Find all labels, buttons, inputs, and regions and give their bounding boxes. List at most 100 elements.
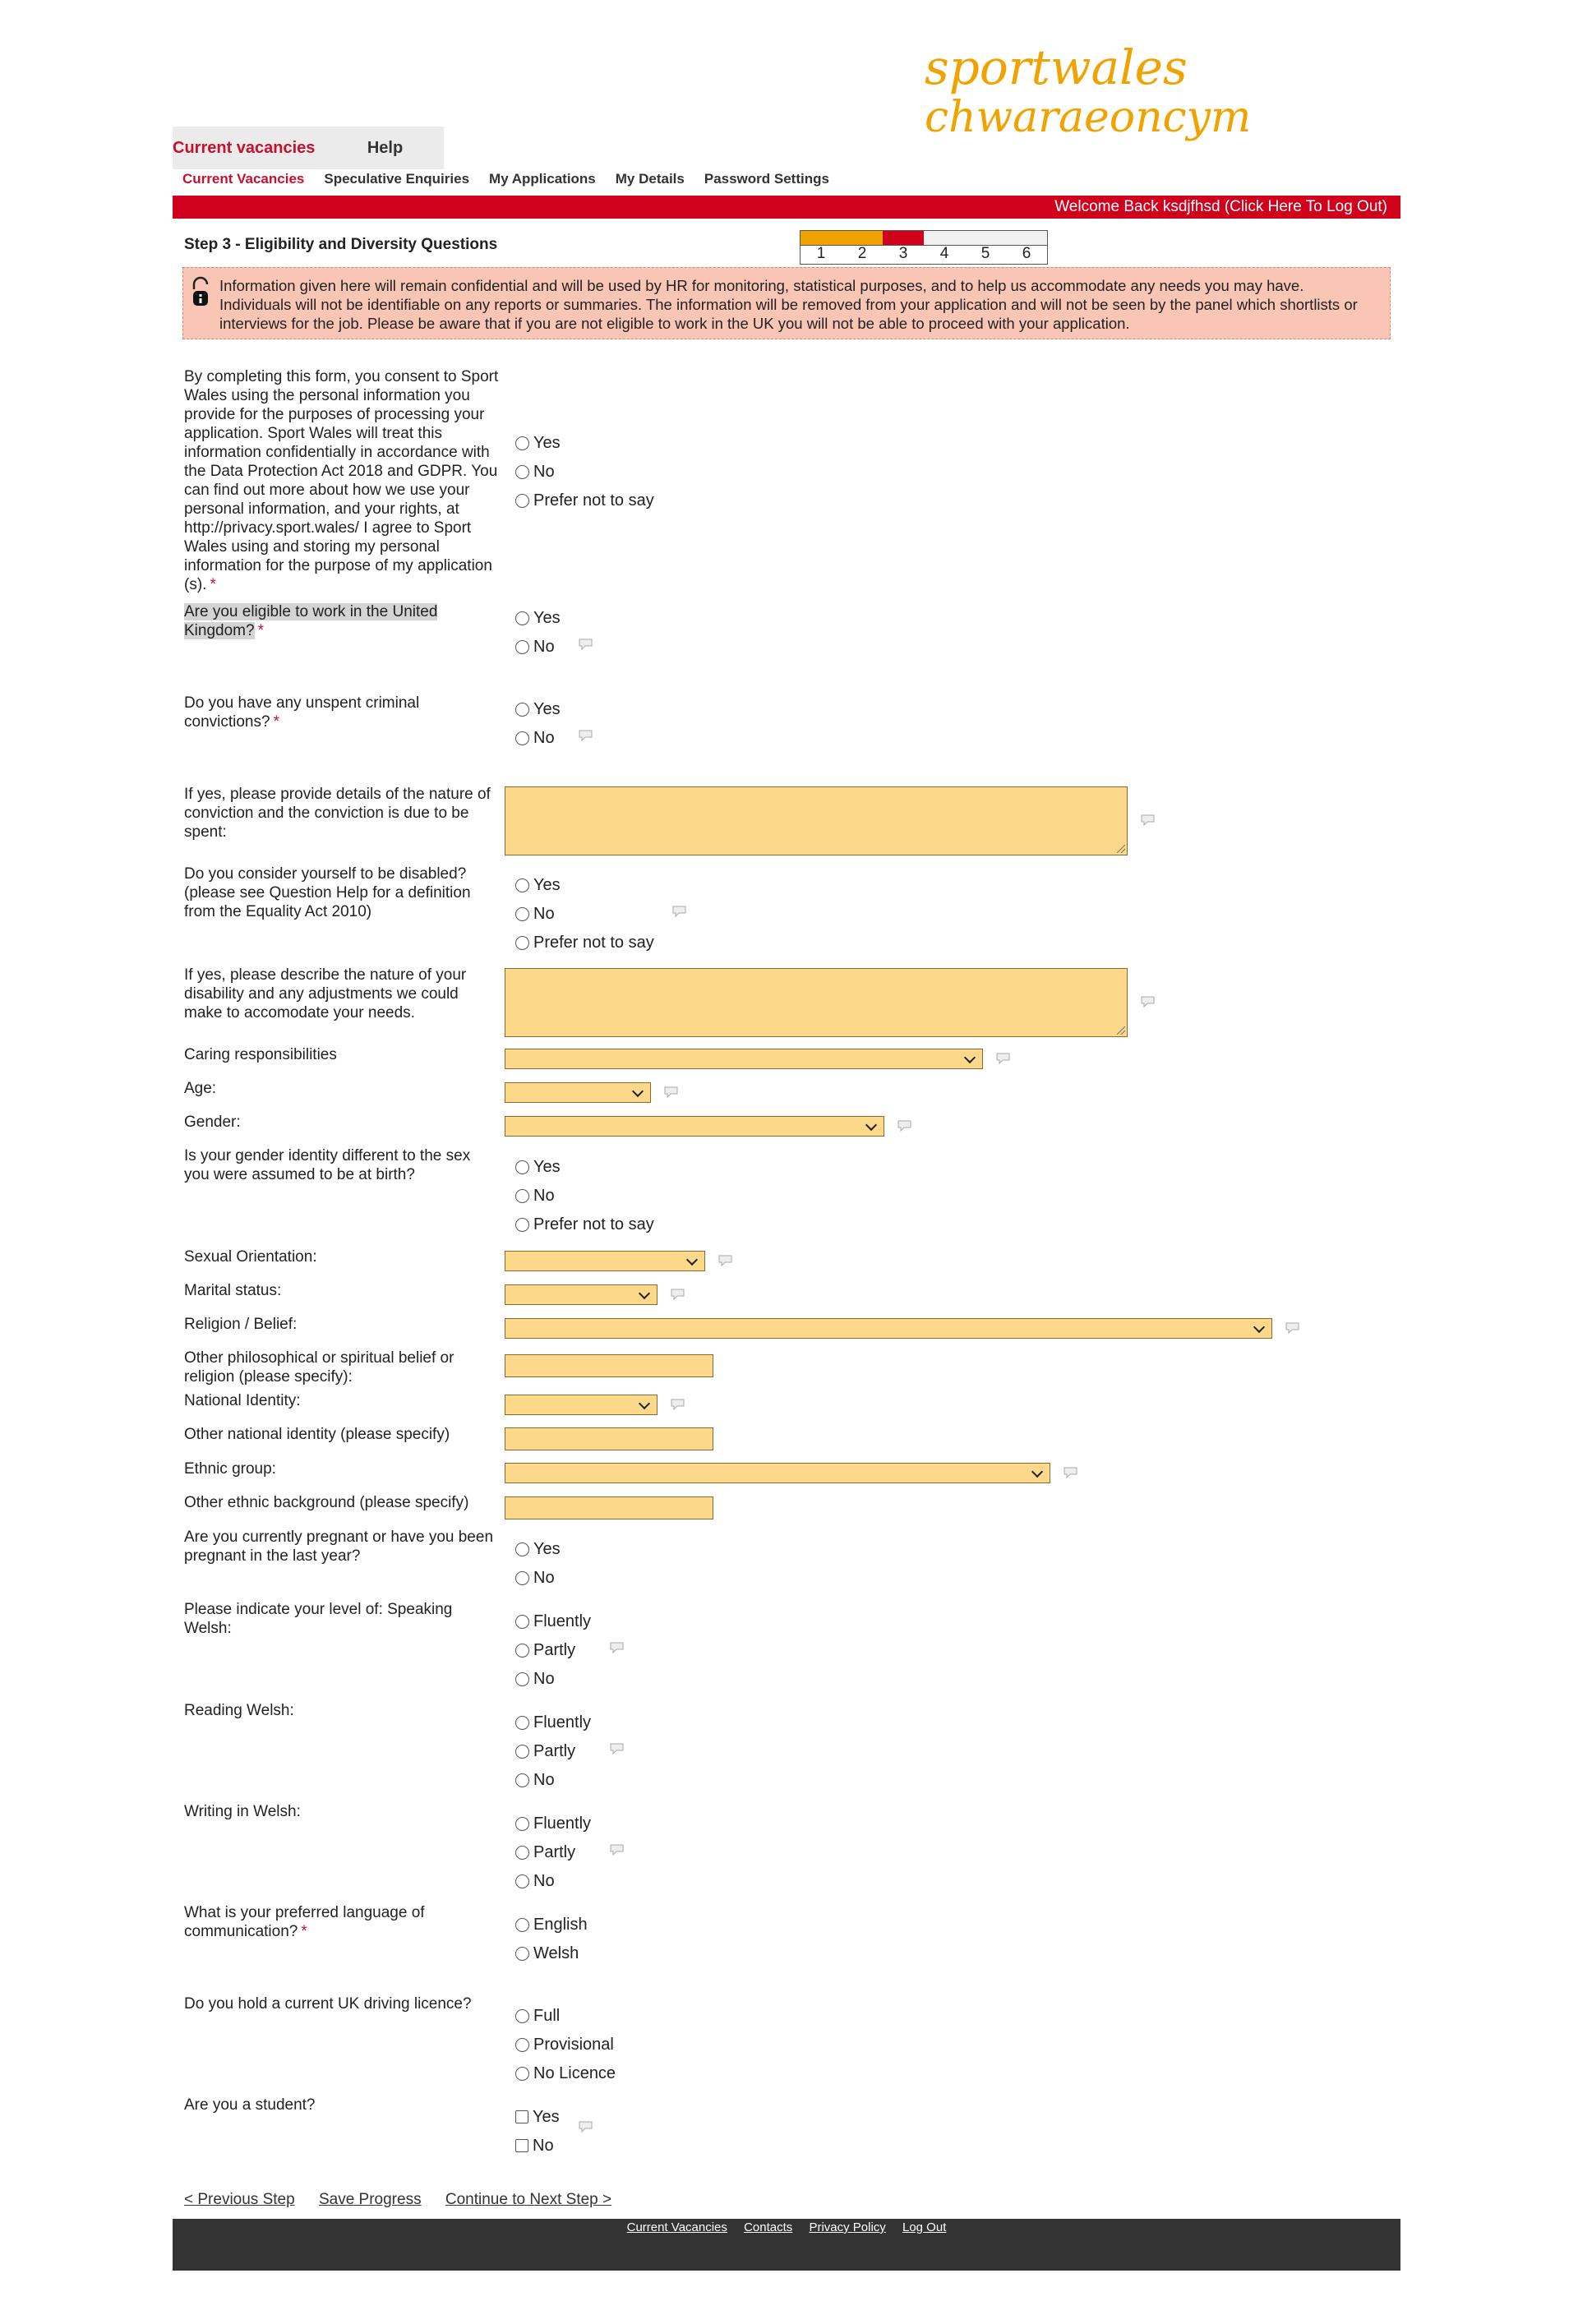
consent-no[interactable]: No <box>515 462 555 482</box>
radio-button[interactable] <box>515 1542 529 1556</box>
footer-privacy-policy[interactable]: Privacy Policy <box>809 2220 885 2234</box>
disability-details-textarea[interactable] <box>505 968 1128 1037</box>
radio-button[interactable] <box>515 1643 529 1658</box>
radio-button[interactable] <box>515 1816 529 1831</box>
subnav-my-details[interactable]: My Details <box>616 171 685 192</box>
help-bubble-icon[interactable] <box>1140 814 1156 827</box>
driving-full[interactable]: Full <box>515 2006 560 2026</box>
radio-button[interactable] <box>515 1188 529 1203</box>
help-bubble-icon[interactable] <box>609 1843 625 1856</box>
national-identity-select[interactable] <box>505 1395 658 1415</box>
ethnic-select[interactable] <box>505 1463 1050 1483</box>
radio-button[interactable] <box>515 1773 529 1787</box>
consent-yes[interactable]: Yes <box>515 433 561 453</box>
disabled-no[interactable]: No <box>515 904 555 924</box>
footer-current-vacancies[interactable]: Current Vacancies <box>627 2220 727 2234</box>
pregnant-yes[interactable]: Yes <box>515 1539 561 1559</box>
speaking-no[interactable]: No <box>515 1669 555 1689</box>
radio-button[interactable] <box>515 1570 529 1585</box>
radio-button[interactable] <box>515 2037 529 2052</box>
help-bubble-icon[interactable] <box>1285 1321 1301 1335</box>
radio-button[interactable] <box>515 1715 529 1730</box>
writing-fluently[interactable]: Fluently <box>515 1814 591 1833</box>
help-bubble-icon[interactable] <box>670 1398 686 1411</box>
gender-identity-yes[interactable]: Yes <box>515 1157 561 1177</box>
reading-fluently[interactable]: Fluently <box>515 1713 591 1732</box>
speaking-partly[interactable]: Partly <box>515 1640 575 1660</box>
consent-prefer-not[interactable]: Prefer not to say <box>515 491 654 510</box>
subnav-current-vacancies[interactable]: Current Vacancies <box>182 171 304 192</box>
marital-select[interactable] <box>505 1284 658 1305</box>
conviction-details-textarea[interactable] <box>505 786 1128 855</box>
subnav-my-applications[interactable]: My Applications <box>489 171 596 192</box>
help-bubble-icon[interactable] <box>897 1119 913 1132</box>
tab-current-vacancies[interactable]: Current vacancies <box>173 127 326 169</box>
student-no[interactable]: No <box>515 2136 554 2156</box>
radio-button[interactable] <box>515 1845 529 1860</box>
eligible-no[interactable]: No <box>515 637 555 657</box>
help-bubble-icon[interactable] <box>663 1086 680 1099</box>
radio-button[interactable] <box>515 935 529 950</box>
religion-select[interactable] <box>505 1318 1272 1339</box>
radio-button[interactable] <box>515 611 529 625</box>
caring-select[interactable] <box>505 1049 983 1069</box>
other-religion-input[interactable] <box>505 1354 713 1377</box>
radio-button[interactable] <box>515 731 529 745</box>
radio-button[interactable] <box>515 1160 529 1174</box>
language-welsh[interactable]: Welsh <box>515 1944 579 1963</box>
radio-button[interactable] <box>515 1874 529 1888</box>
help-bubble-icon[interactable] <box>1063 1466 1079 1479</box>
tab-help[interactable]: Help <box>326 127 444 169</box>
reading-no[interactable]: No <box>515 1770 555 1790</box>
speaking-fluently[interactable]: Fluently <box>515 1612 591 1631</box>
subnav-speculative-enquiries[interactable]: Speculative Enquiries <box>324 171 469 192</box>
radio-button[interactable] <box>515 1614 529 1629</box>
footer-contacts[interactable]: Contacts <box>744 2220 792 2234</box>
language-english[interactable]: English <box>515 1915 588 1934</box>
help-bubble-icon[interactable] <box>671 905 688 918</box>
sexual-orientation-select[interactable] <box>505 1251 705 1271</box>
pregnant-no[interactable]: No <box>515 1568 555 1588</box>
subnav-password-settings[interactable]: Password Settings <box>704 171 829 192</box>
help-bubble-icon[interactable] <box>578 729 594 742</box>
radio-button[interactable] <box>515 639 529 654</box>
gender-select[interactable] <box>505 1116 884 1137</box>
disabled-prefer-not[interactable]: Prefer not to say <box>515 933 654 952</box>
radio-button[interactable] <box>515 906 529 921</box>
writing-partly[interactable]: Partly <box>515 1842 575 1862</box>
eligible-yes[interactable]: Yes <box>515 608 561 628</box>
convictions-no[interactable]: No <box>515 728 555 748</box>
radio-button[interactable] <box>515 1672 529 1686</box>
radio-button[interactable] <box>515 464 529 479</box>
help-bubble-icon[interactable] <box>670 1288 686 1301</box>
radio-button[interactable] <box>515 1946 529 1961</box>
writing-no[interactable]: No <box>515 1871 555 1891</box>
help-bubble-icon[interactable] <box>609 1742 625 1755</box>
radio-button[interactable] <box>515 702 529 717</box>
checkbox[interactable] <box>515 2110 528 2123</box>
radio-button[interactable] <box>515 1917 529 1932</box>
help-bubble-icon[interactable] <box>578 638 594 651</box>
driving-no-licence[interactable]: No Licence <box>515 2063 616 2083</box>
help-bubble-icon[interactable] <box>717 1254 734 1267</box>
logout-link[interactable]: Welcome Back ksdjfhsd (Click Here To Log… <box>1054 198 1400 215</box>
help-bubble-icon[interactable] <box>578 2120 594 2133</box>
footer-log-out[interactable]: Log Out <box>902 2220 946 2234</box>
driving-provisional[interactable]: Provisional <box>515 2035 614 2054</box>
radio-button[interactable] <box>515 2066 529 2081</box>
disabled-yes[interactable]: Yes <box>515 875 561 895</box>
convictions-yes[interactable]: Yes <box>515 699 561 719</box>
reading-partly[interactable]: Partly <box>515 1741 575 1761</box>
radio-button[interactable] <box>515 493 529 508</box>
checkbox[interactable] <box>515 2139 528 2152</box>
previous-step-link[interactable]: < Previous Step <box>184 2191 295 2208</box>
radio-button[interactable] <box>515 878 529 892</box>
other-ethnic-input[interactable] <box>505 1496 713 1519</box>
help-bubble-icon[interactable] <box>609 1641 625 1654</box>
gender-identity-no[interactable]: No <box>515 1186 555 1206</box>
help-bubble-icon[interactable] <box>1140 995 1156 1008</box>
continue-step-link[interactable]: Continue to Next Step > <box>445 2191 611 2208</box>
other-national-input[interactable] <box>505 1427 713 1450</box>
radio-button[interactable] <box>515 1217 529 1232</box>
gender-identity-prefer-not[interactable]: Prefer not to say <box>515 1215 654 1234</box>
